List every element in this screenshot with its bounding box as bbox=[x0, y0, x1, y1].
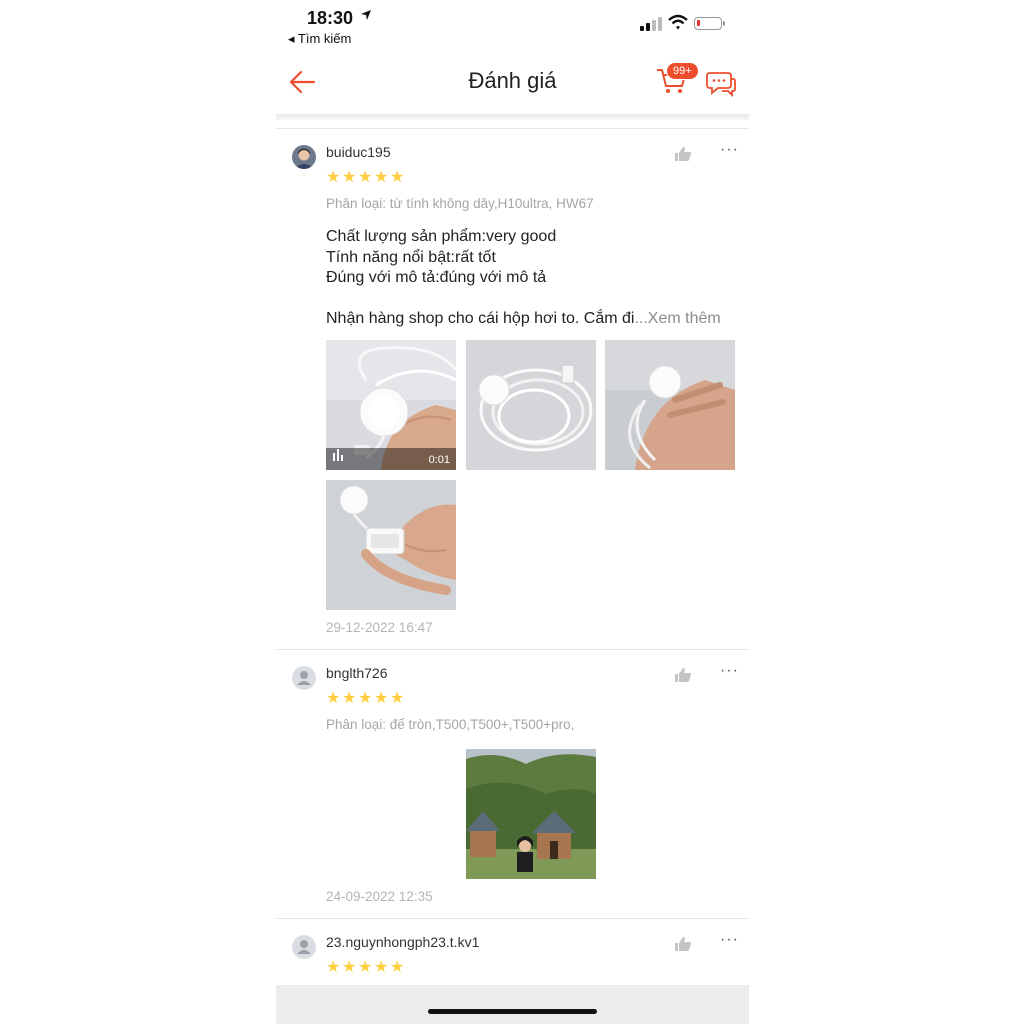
review-username: bnglth726 bbox=[326, 665, 388, 681]
star-icon: ★ bbox=[342, 959, 357, 976]
thumbs-up-icon[interactable] bbox=[674, 667, 692, 688]
review-username: 23.nguynhongph23.t.kv1 bbox=[326, 934, 480, 950]
back-to-app-link[interactable]: ◂ Tìm kiếm bbox=[288, 31, 351, 47]
more-dots-icon[interactable]: ··· bbox=[720, 931, 739, 949]
star-icon: ★ bbox=[390, 959, 405, 976]
star-icon: ★ bbox=[326, 959, 341, 976]
avatar[interactable] bbox=[292, 145, 316, 169]
more-dots-icon[interactable]: ··· bbox=[720, 141, 739, 159]
star-rating: ★ ★ ★ ★ ★ bbox=[326, 959, 406, 976]
divider bbox=[276, 128, 749, 129]
video-duration: 0:01 bbox=[428, 454, 450, 466]
star-icon: ★ bbox=[358, 959, 373, 976]
review-line: Chất lượng sản phẩm:very good bbox=[326, 228, 557, 245]
review-variant: Phân loại: từ tính không dây,H10ultra, H… bbox=[326, 196, 594, 211]
review-image-thumbnail[interactable] bbox=[326, 480, 456, 610]
review-image-thumbnail[interactable] bbox=[466, 749, 596, 879]
review-image-thumbnail[interactable] bbox=[605, 340, 735, 470]
star-rating: ★ ★ ★ ★ ★ bbox=[326, 690, 406, 707]
divider bbox=[276, 649, 749, 650]
location-arrow-icon bbox=[360, 9, 372, 24]
signal-icon bbox=[640, 17, 662, 31]
review-date: 24-09-2022 12:35 bbox=[326, 889, 433, 904]
review-line-blank bbox=[326, 289, 721, 310]
thumbs-up-icon[interactable] bbox=[674, 936, 692, 957]
star-icon: ★ bbox=[358, 690, 373, 707]
more-dots-icon[interactable]: ··· bbox=[720, 662, 739, 680]
star-icon: ★ bbox=[342, 690, 357, 707]
battery-icon bbox=[694, 17, 725, 30]
app-header: Đánh giá 99+ bbox=[276, 52, 749, 114]
wifi-icon bbox=[668, 14, 688, 35]
home-indicator[interactable] bbox=[428, 1009, 597, 1014]
star-icon: ★ bbox=[342, 169, 357, 186]
star-icon: ★ bbox=[374, 959, 389, 976]
review-line: Nhận hàng shop cho cái hộp hơi to. Cắm đ… bbox=[326, 310, 635, 327]
review-line: Tính năng nổi bật:rất tốt bbox=[326, 248, 496, 266]
star-icon: ★ bbox=[390, 169, 405, 186]
star-icon: ★ bbox=[326, 169, 341, 186]
star-icon: ★ bbox=[358, 169, 373, 186]
review-line: Đúng với mô tả:đúng với mô tả bbox=[326, 269, 547, 286]
see-more-link[interactable]: ...Xem thêm bbox=[634, 310, 720, 327]
home-indicator-area bbox=[276, 985, 749, 1024]
review-username: buiduc195 bbox=[326, 144, 391, 160]
avatar[interactable] bbox=[292, 935, 316, 959]
chat-icon[interactable] bbox=[706, 69, 736, 102]
divider bbox=[276, 918, 749, 919]
status-time: 18:30 bbox=[307, 8, 354, 28]
avatar[interactable] bbox=[292, 666, 316, 690]
review-line-last: Nhận hàng shop cho cái hộp hơi to. Cắm đ… bbox=[326, 309, 721, 330]
star-rating: ★ ★ ★ ★ ★ bbox=[326, 169, 406, 186]
star-icon: ★ bbox=[374, 169, 389, 186]
video-icon bbox=[332, 447, 346, 466]
review-body: Chất lượng sản phẩm:very good Tính năng … bbox=[326, 227, 721, 330]
star-icon: ★ bbox=[326, 690, 341, 707]
thumbs-up-icon[interactable] bbox=[674, 146, 692, 167]
review-date: 29-12-2022 16:47 bbox=[326, 620, 433, 635]
star-icon: ★ bbox=[374, 690, 389, 707]
review-variant: Phân loại: đế tròn,T500,T500+,T500+pro, bbox=[326, 717, 575, 732]
star-icon: ★ bbox=[390, 690, 405, 707]
back-app-label: Tìm kiếm bbox=[297, 31, 352, 46]
phone-screen: 18:30 ◂ Tìm kiếm Đánh giá 99+ buiduc195 … bbox=[276, 0, 749, 1024]
status-bar: 18:30 ◂ Tìm kiếm bbox=[276, 0, 749, 52]
header-divider bbox=[276, 114, 749, 120]
cart-badge: 99+ bbox=[666, 62, 699, 80]
review-image-thumbnail[interactable] bbox=[466, 340, 596, 470]
review-video-thumbnail[interactable]: 0:01 bbox=[326, 340, 456, 470]
